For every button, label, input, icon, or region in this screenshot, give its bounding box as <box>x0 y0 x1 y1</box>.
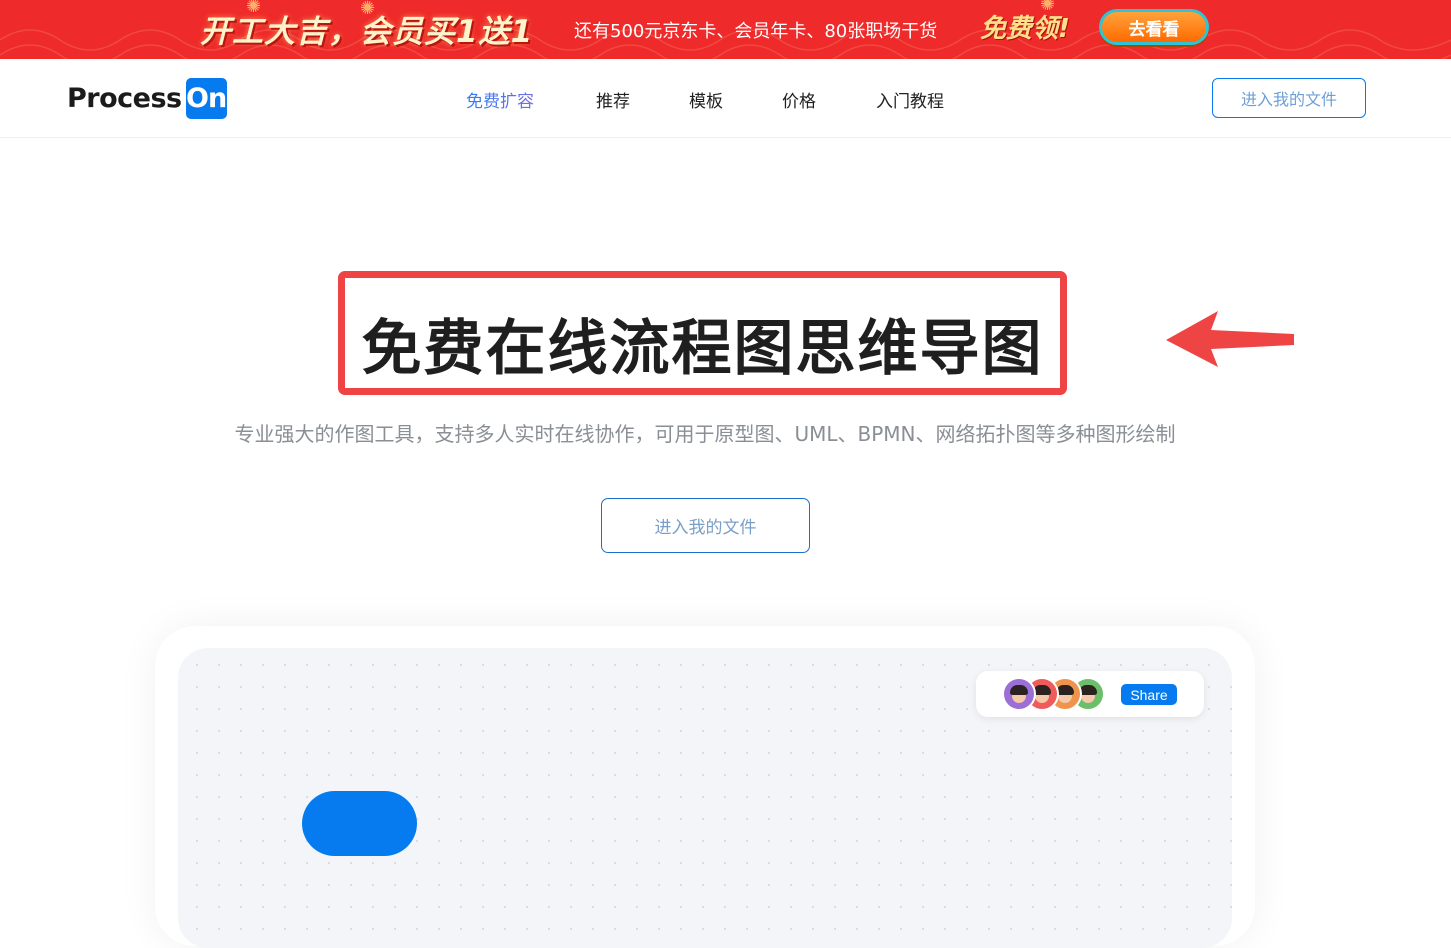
promo-description: 还有500元京东卡、会员年卡、80张职场干货 <box>574 21 938 42</box>
hero-enter-files-button[interactable]: 进入我的文件 <box>601 498 810 553</box>
nav-item-templates[interactable]: 模板 <box>689 87 782 112</box>
nav-item-free-expand[interactable]: 免费扩容 <box>466 87 596 112</box>
main-nav: 免费扩容 推荐 模板 价格 入门教程 <box>466 87 944 112</box>
hero-subtitle: 专业强大的作图工具，支持多人实时在线协作，可用于原型图、UML、BPMN、网络拓… <box>234 422 1176 446</box>
promo-banner[interactable]: ✺ ✺ ✺ 开工大吉，会员买1送1 还有500元京东卡、会员年卡、80张职场干货… <box>0 0 1451 59</box>
nav-item-recommend[interactable]: 推荐 <box>596 87 689 112</box>
nav-item-tutorial[interactable]: 入门教程 <box>876 87 944 112</box>
flowchart-terminator-shape[interactable] <box>302 791 417 856</box>
logo[interactable]: Process On <box>67 77 227 119</box>
logo-text: Process <box>67 82 182 114</box>
site-header: Process On 免费扩容 推荐 模板 价格 入门教程 进入我的文件 <box>0 59 1451 138</box>
avatar <box>1002 677 1036 711</box>
arrow-left-icon <box>1166 311 1294 367</box>
logo-badge: On <box>185 77 227 119</box>
share-button[interactable]: Share <box>1121 684 1177 705</box>
promo-highlight: 免费领! <box>980 14 1070 44</box>
promo-slogan: 开工大吉，会员买1送1 <box>200 14 534 50</box>
promo-view-button[interactable]: 去看看 <box>1099 9 1209 45</box>
page-title: 免费在线流程图思维导图 <box>361 314 1044 384</box>
nav-item-pricing[interactable]: 价格 <box>782 87 876 112</box>
enter-my-files-button[interactable]: 进入我的文件 <box>1212 78 1366 118</box>
